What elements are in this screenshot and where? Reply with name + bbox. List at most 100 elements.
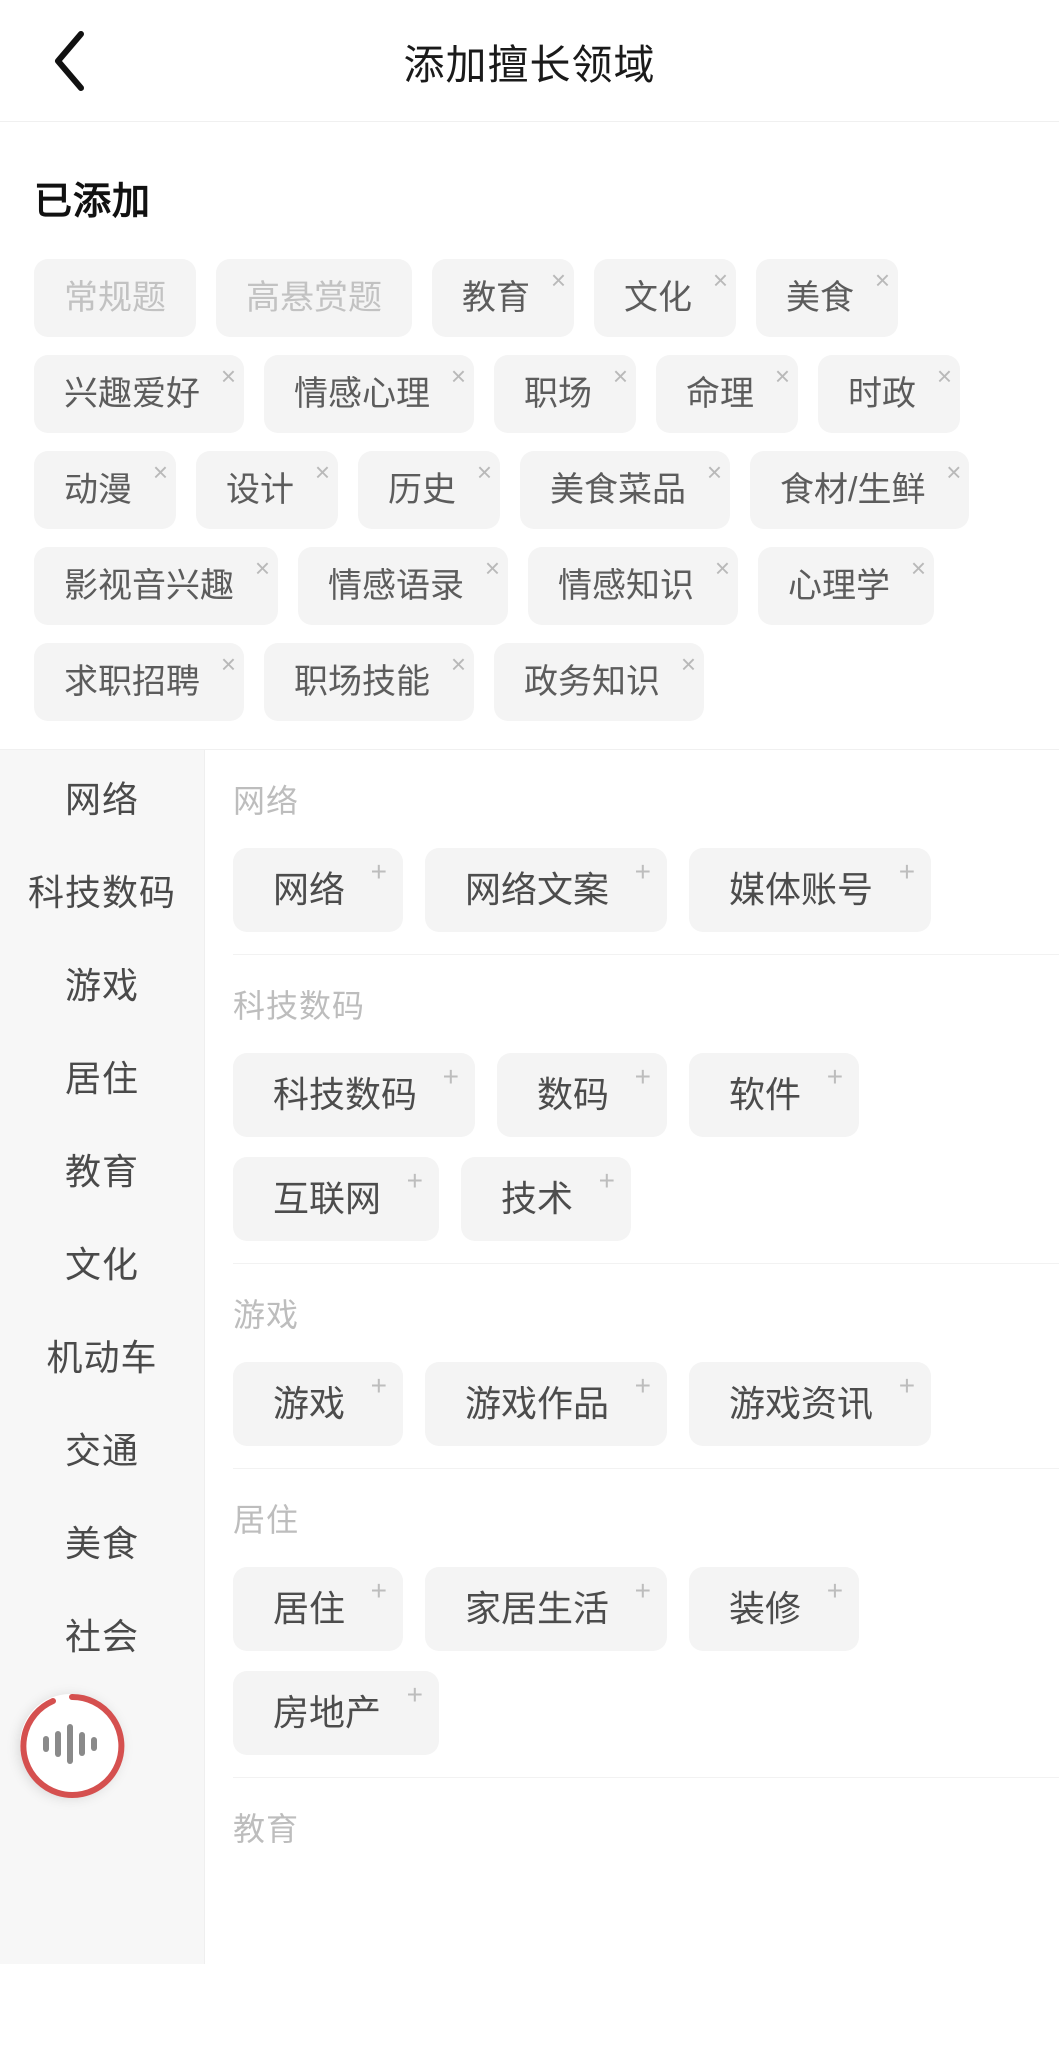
- added-tag[interactable]: 常规题: [34, 259, 196, 337]
- category-chip[interactable]: 网络 +: [233, 848, 404, 932]
- category-chip[interactable]: 互联网 +: [233, 1157, 440, 1241]
- added-tag[interactable]: 设计 ×: [196, 451, 338, 529]
- sidebar-item-1[interactable]: 科技数码: [0, 843, 204, 936]
- remove-tag-icon[interactable]: ×: [221, 363, 236, 389]
- category-chip[interactable]: 游戏 +: [233, 1362, 404, 1446]
- added-tag[interactable]: 职场 ×: [494, 355, 636, 433]
- remove-tag-icon[interactable]: ×: [451, 363, 466, 389]
- category-chip-label: 网络: [273, 869, 346, 910]
- category-chip[interactable]: 游戏资讯 +: [689, 1362, 932, 1446]
- added-tag[interactable]: 情感知识 ×: [528, 547, 738, 625]
- added-tag-label: 情感知识: [558, 567, 694, 605]
- sidebar-item-0[interactable]: 网络: [0, 750, 204, 843]
- remove-tag-icon[interactable]: ×: [221, 651, 236, 677]
- sidebar-item-6[interactable]: 机动车: [0, 1308, 204, 1401]
- sidebar-item-9[interactable]: 社会: [0, 1587, 204, 1680]
- sidebar-item-label: 文化: [64, 1243, 139, 1285]
- add-tag-icon[interactable]: +: [827, 1577, 843, 1605]
- remove-tag-icon[interactable]: ×: [707, 459, 722, 485]
- remove-tag-icon[interactable]: ×: [485, 555, 500, 581]
- remove-tag-icon[interactable]: ×: [715, 555, 730, 581]
- category-chip[interactable]: 家居生活 +: [425, 1567, 668, 1651]
- category-chip[interactable]: 装修 +: [689, 1567, 860, 1651]
- category-group-title: 网络: [233, 783, 300, 819]
- remove-tag-icon[interactable]: ×: [153, 459, 168, 485]
- remove-tag-icon[interactable]: ×: [681, 651, 696, 677]
- added-tag[interactable]: 兴趣爱好 ×: [34, 355, 244, 433]
- voice-record-button[interactable]: [18, 1692, 126, 1800]
- add-tag-icon[interactable]: +: [899, 858, 915, 886]
- category-group-title: 教育: [233, 1811, 300, 1847]
- category-chip[interactable]: 居住 +: [233, 1567, 404, 1651]
- added-tag[interactable]: 教育 ×: [432, 259, 574, 337]
- category-chip[interactable]: 游戏作品 +: [425, 1362, 668, 1446]
- category-chip[interactable]: 网络文案 +: [425, 848, 668, 932]
- add-tag-icon[interactable]: +: [635, 1372, 651, 1400]
- added-tag[interactable]: 动漫 ×: [34, 451, 176, 529]
- category-chip[interactable]: 软件 +: [689, 1053, 860, 1137]
- remove-tag-icon[interactable]: ×: [875, 267, 890, 293]
- add-tag-icon[interactable]: +: [407, 1681, 423, 1709]
- remove-tag-icon[interactable]: ×: [911, 555, 926, 581]
- remove-tag-icon[interactable]: ×: [775, 363, 790, 389]
- added-tag-label: 影视音兴趣: [64, 567, 234, 605]
- category-chip-list: 游戏 + 游戏作品 + 游戏资讯 +: [233, 1362, 1059, 1446]
- add-tag-icon[interactable]: +: [635, 858, 651, 886]
- sidebar-item-5[interactable]: 文化: [0, 1215, 204, 1308]
- category-chip[interactable]: 房地产 +: [233, 1671, 440, 1755]
- added-tag-label: 职场技能: [294, 663, 430, 701]
- category-content[interactable]: 网络 网络 + 网络文案 + 媒体账号 + 科技数码 科技数码 + 数码 + 软件 + 互联网 + 技术 + 游戏游…: [205, 750, 1059, 1964]
- added-tag[interactable]: 政务知识 ×: [494, 643, 704, 721]
- add-tag-icon[interactable]: +: [407, 1167, 423, 1195]
- add-tag-icon[interactable]: +: [371, 1372, 387, 1400]
- added-tag[interactable]: 文化 ×: [594, 259, 736, 337]
- category-chip-label: 科技数码: [273, 1074, 418, 1115]
- added-tag[interactable]: 高悬赏题: [216, 259, 412, 337]
- category-chip-label: 游戏: [273, 1383, 346, 1424]
- sidebar-item-2[interactable]: 游戏: [0, 936, 204, 1029]
- added-tag[interactable]: 职场技能 ×: [264, 643, 474, 721]
- added-tag[interactable]: 求职招聘 ×: [34, 643, 244, 721]
- remove-tag-icon[interactable]: ×: [255, 555, 270, 581]
- remove-tag-icon[interactable]: ×: [946, 459, 961, 485]
- add-tag-icon[interactable]: +: [827, 1063, 843, 1091]
- remove-tag-icon[interactable]: ×: [315, 459, 330, 485]
- added-tag-label: 命理: [686, 375, 754, 413]
- remove-tag-icon[interactable]: ×: [551, 267, 566, 293]
- added-tag[interactable]: 情感语录 ×: [298, 547, 508, 625]
- add-tag-icon[interactable]: +: [599, 1167, 615, 1195]
- added-tag[interactable]: 情感心理 ×: [264, 355, 474, 433]
- add-tag-icon[interactable]: +: [635, 1577, 651, 1605]
- added-tag-label: 美食菜品: [550, 471, 686, 509]
- remove-tag-icon[interactable]: ×: [613, 363, 628, 389]
- category-chip[interactable]: 数码 +: [497, 1053, 668, 1137]
- voice-waveform-icon: [20, 1694, 120, 1794]
- sidebar-item-7[interactable]: 交通: [0, 1401, 204, 1494]
- add-tag-icon[interactable]: +: [443, 1063, 459, 1091]
- add-tag-icon[interactable]: +: [635, 1063, 651, 1091]
- add-tag-icon[interactable]: +: [371, 1577, 387, 1605]
- added-tag-label: 职场: [524, 375, 592, 413]
- add-tag-icon[interactable]: +: [899, 1372, 915, 1400]
- added-tag[interactable]: 美食菜品 ×: [520, 451, 730, 529]
- remove-tag-icon[interactable]: ×: [937, 363, 952, 389]
- added-tag[interactable]: 历史 ×: [358, 451, 500, 529]
- category-chip[interactable]: 科技数码 +: [233, 1053, 476, 1137]
- sidebar-item-4[interactable]: 教育: [0, 1122, 204, 1215]
- added-tag[interactable]: 命理 ×: [656, 355, 798, 433]
- category-chip[interactable]: 技术 +: [461, 1157, 632, 1241]
- category-group-title: 居住: [233, 1502, 300, 1538]
- remove-tag-icon[interactable]: ×: [477, 459, 492, 485]
- added-tag[interactable]: 影视音兴趣 ×: [34, 547, 278, 625]
- category-chip[interactable]: 媒体账号 +: [689, 848, 932, 932]
- sidebar-item-3[interactable]: 居住: [0, 1029, 204, 1122]
- sidebar-item-8[interactable]: 美食: [0, 1494, 204, 1587]
- category-chip-label: 游戏资讯: [729, 1383, 874, 1424]
- remove-tag-icon[interactable]: ×: [713, 267, 728, 293]
- added-tag[interactable]: 食材/生鲜 ×: [750, 451, 970, 529]
- added-tag[interactable]: 心理学 ×: [758, 547, 934, 625]
- add-tag-icon[interactable]: +: [371, 858, 387, 886]
- added-tag[interactable]: 时政 ×: [818, 355, 960, 433]
- added-tag[interactable]: 美食 ×: [756, 259, 898, 337]
- remove-tag-icon[interactable]: ×: [451, 651, 466, 677]
